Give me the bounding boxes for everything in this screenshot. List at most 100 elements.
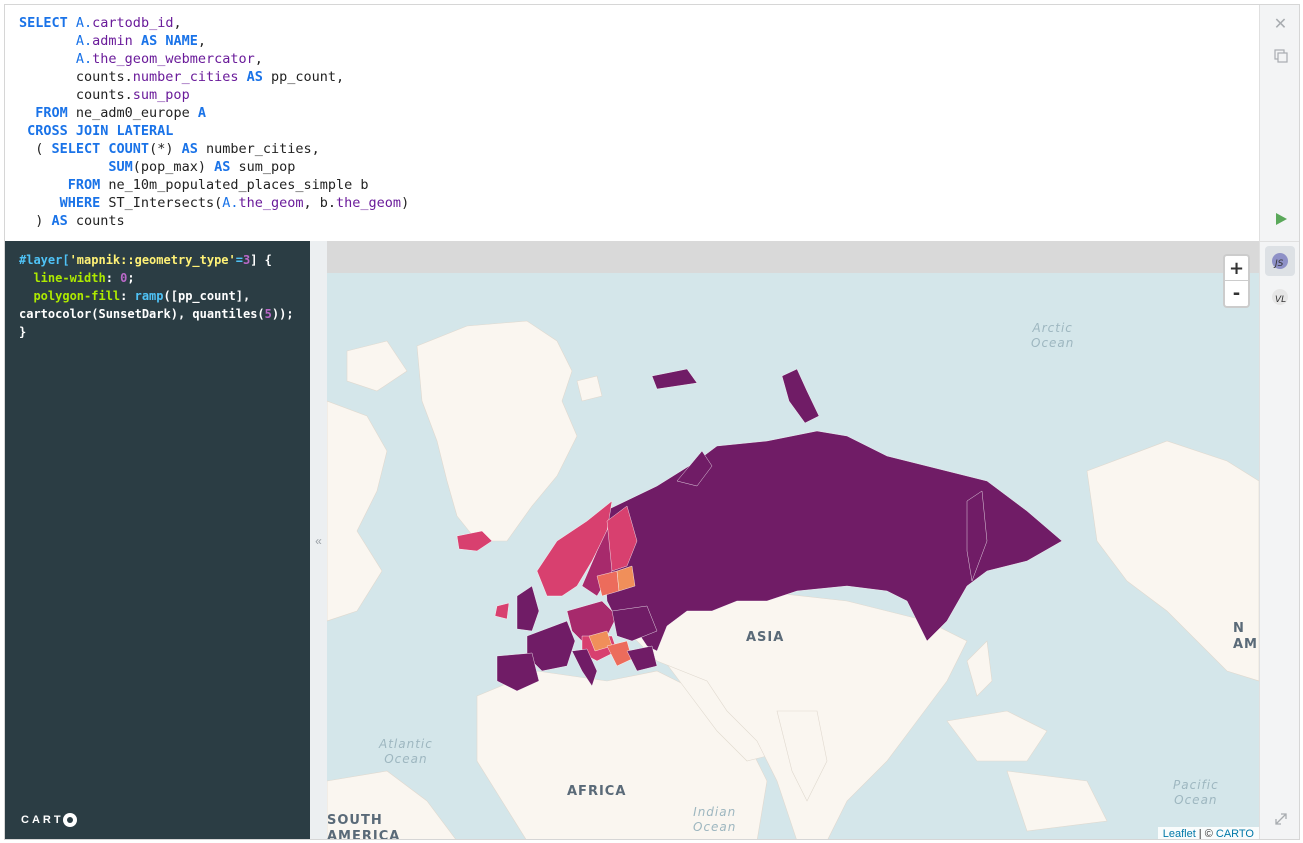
map-attribution: Leaflet | © CARTO [1157,827,1259,839]
carto-link[interactable]: CARTO [1216,828,1254,839]
sql-token: A. [222,195,239,211]
cartocss-token: ; [127,271,135,285]
cartocss-text[interactable]: #layer['mapnik::geometry_type'=3] { line… [19,251,310,341]
map-view[interactable]: Arctic Ocean Atlantic Ocean Indian Ocean Pa… [327,241,1259,840]
sql-token: SELECT [51,141,109,157]
sql-line: SELECT A.cartodb_id, [19,14,1259,32]
cartocss-token: : [120,289,135,303]
right-toolbar: ✕ JS VL [1259,5,1299,839]
play-icon [1275,213,1287,225]
sql-token: , [254,51,263,67]
sql-token: NAME [165,33,198,49]
sql-token: (pop_max) [132,159,215,175]
sql-line: CROSS JOIN LATERAL [19,122,1259,140]
close-icon[interactable]: ✕ [1260,8,1299,40]
sql-line: SUM(pop_max) AS sum_pop [19,158,1259,176]
cartocss-token: 5 [264,307,272,321]
carto-logo: CART [21,813,77,827]
zoom-control: + - [1223,254,1250,308]
sql-query-text[interactable]: SELECT A.cartodb_id, A.admin AS NAME, A.… [19,14,1259,230]
cartocss-token [19,289,33,303]
collapse-chevron-icon: « [315,534,322,548]
sql-token: AS [51,213,76,229]
sql-token: number_cities, [205,141,320,157]
sql-token: A. [75,15,93,31]
cartocss-line: polygon-fill: ramp([pp_count], [19,287,310,305]
expand-icon[interactable] [1260,803,1299,835]
sql-token: SUM [108,159,133,175]
cartocss-token: } [19,325,27,339]
carto-logo-mark [62,813,77,827]
sql-token: ( [19,141,52,157]
sql-token: sum_pop [238,159,296,175]
sql-token: the_geom [336,195,402,211]
zoom-in-button[interactable]: + [1225,256,1248,281]
sql-token: AS [214,159,239,175]
sql-line: counts.sum_pop [19,86,1259,104]
sql-token: ST_Intersects( [108,195,223,211]
sql-token: (*) [149,141,182,157]
collapse-editor-handle[interactable]: « [310,241,327,839]
sql-token: the_geom [238,195,304,211]
cartocss-token: 'mapnik::geometry_type' [69,253,236,267]
sql-token: AS [181,141,206,157]
sql-token: WHERE [59,195,109,211]
sql-line: A.the_geom_webmercator, [19,50,1259,68]
cartocss-token: cartocolor(SunsetDark), quantiles( [19,307,265,321]
sql-token: FROM [67,177,109,193]
sql-token: CROSS JOIN LATERAL [27,123,174,139]
sql-line: counts.number_cities AS pp_count, [19,68,1259,86]
js-library-icon: JS [1272,253,1288,269]
label-south-america: SOUTH AMERICA [327,813,401,840]
cartocss-line: line-width: 0; [19,269,310,287]
zoom-out-button[interactable]: - [1225,281,1248,306]
sql-editor[interactable]: SELECT A.cartodb_id, A.admin AS NAME, A.… [5,5,1259,241]
sql-token: pp_count, [270,69,345,85]
cartocss-line: } [19,323,310,341]
sql-token: COUNT [108,141,150,157]
cartocss-line: cartocolor(SunsetDark), quantiles(5)); [19,305,310,323]
label-north-america: N AM [1233,621,1258,652]
run-button[interactable] [1260,203,1299,235]
sql-token: ne_adm0_europe [75,105,198,121]
sql-line: FROM ne_10m_populated_places_simple b [19,176,1259,194]
cartocss-token: ([pp_count], [163,289,251,303]
cartocss-token: = [235,253,243,267]
label-africa: AFRICA [567,784,627,799]
library-vl-button[interactable]: VL [1265,282,1295,312]
label-arctic-ocean: Arctic Ocean [1031,321,1075,350]
sql-token: ) [401,195,410,211]
sql-line: FROM ne_adm0_europe A [19,104,1259,122]
cartocss-token: polygon-fill [33,289,121,303]
leaflet-link[interactable]: Leaflet [1163,828,1196,839]
sql-token: ) [19,213,52,229]
sql-token: A. [75,33,93,49]
library-js-button[interactable]: JS [1265,246,1295,276]
sql-token: A. [75,51,93,67]
sql-token: the_geom_webmercator [92,51,255,67]
label-indian-ocean: Indian Ocean [693,805,737,834]
sql-token: counts. [19,87,133,103]
playground-window: SELECT A.cartodb_id, A.admin AS NAME, A.… [4,4,1300,840]
sql-line: ( SELECT COUNT(*) AS number_cities, [19,140,1259,158]
js-library-label: JS [1275,259,1284,269]
cartocss-token: #layer[ [19,253,70,267]
cartocss-token: )); [271,307,294,321]
sql-token: A [197,105,206,121]
cartocss-token: ] { [250,253,272,267]
sql-token: ne_10m_populated_places_simple b [108,177,369,193]
basemap [327,320,1259,839]
sql-token: FROM [35,105,76,121]
sql-token: AS [246,69,271,85]
cartocss-editor[interactable]: #layer['mapnik::geometry_type'=3] { line… [5,241,310,839]
copy-icon[interactable] [1260,40,1299,72]
label-pacific-ocean: Pacific Ocean [1173,778,1219,807]
carto-logo-text: CART [21,814,64,826]
